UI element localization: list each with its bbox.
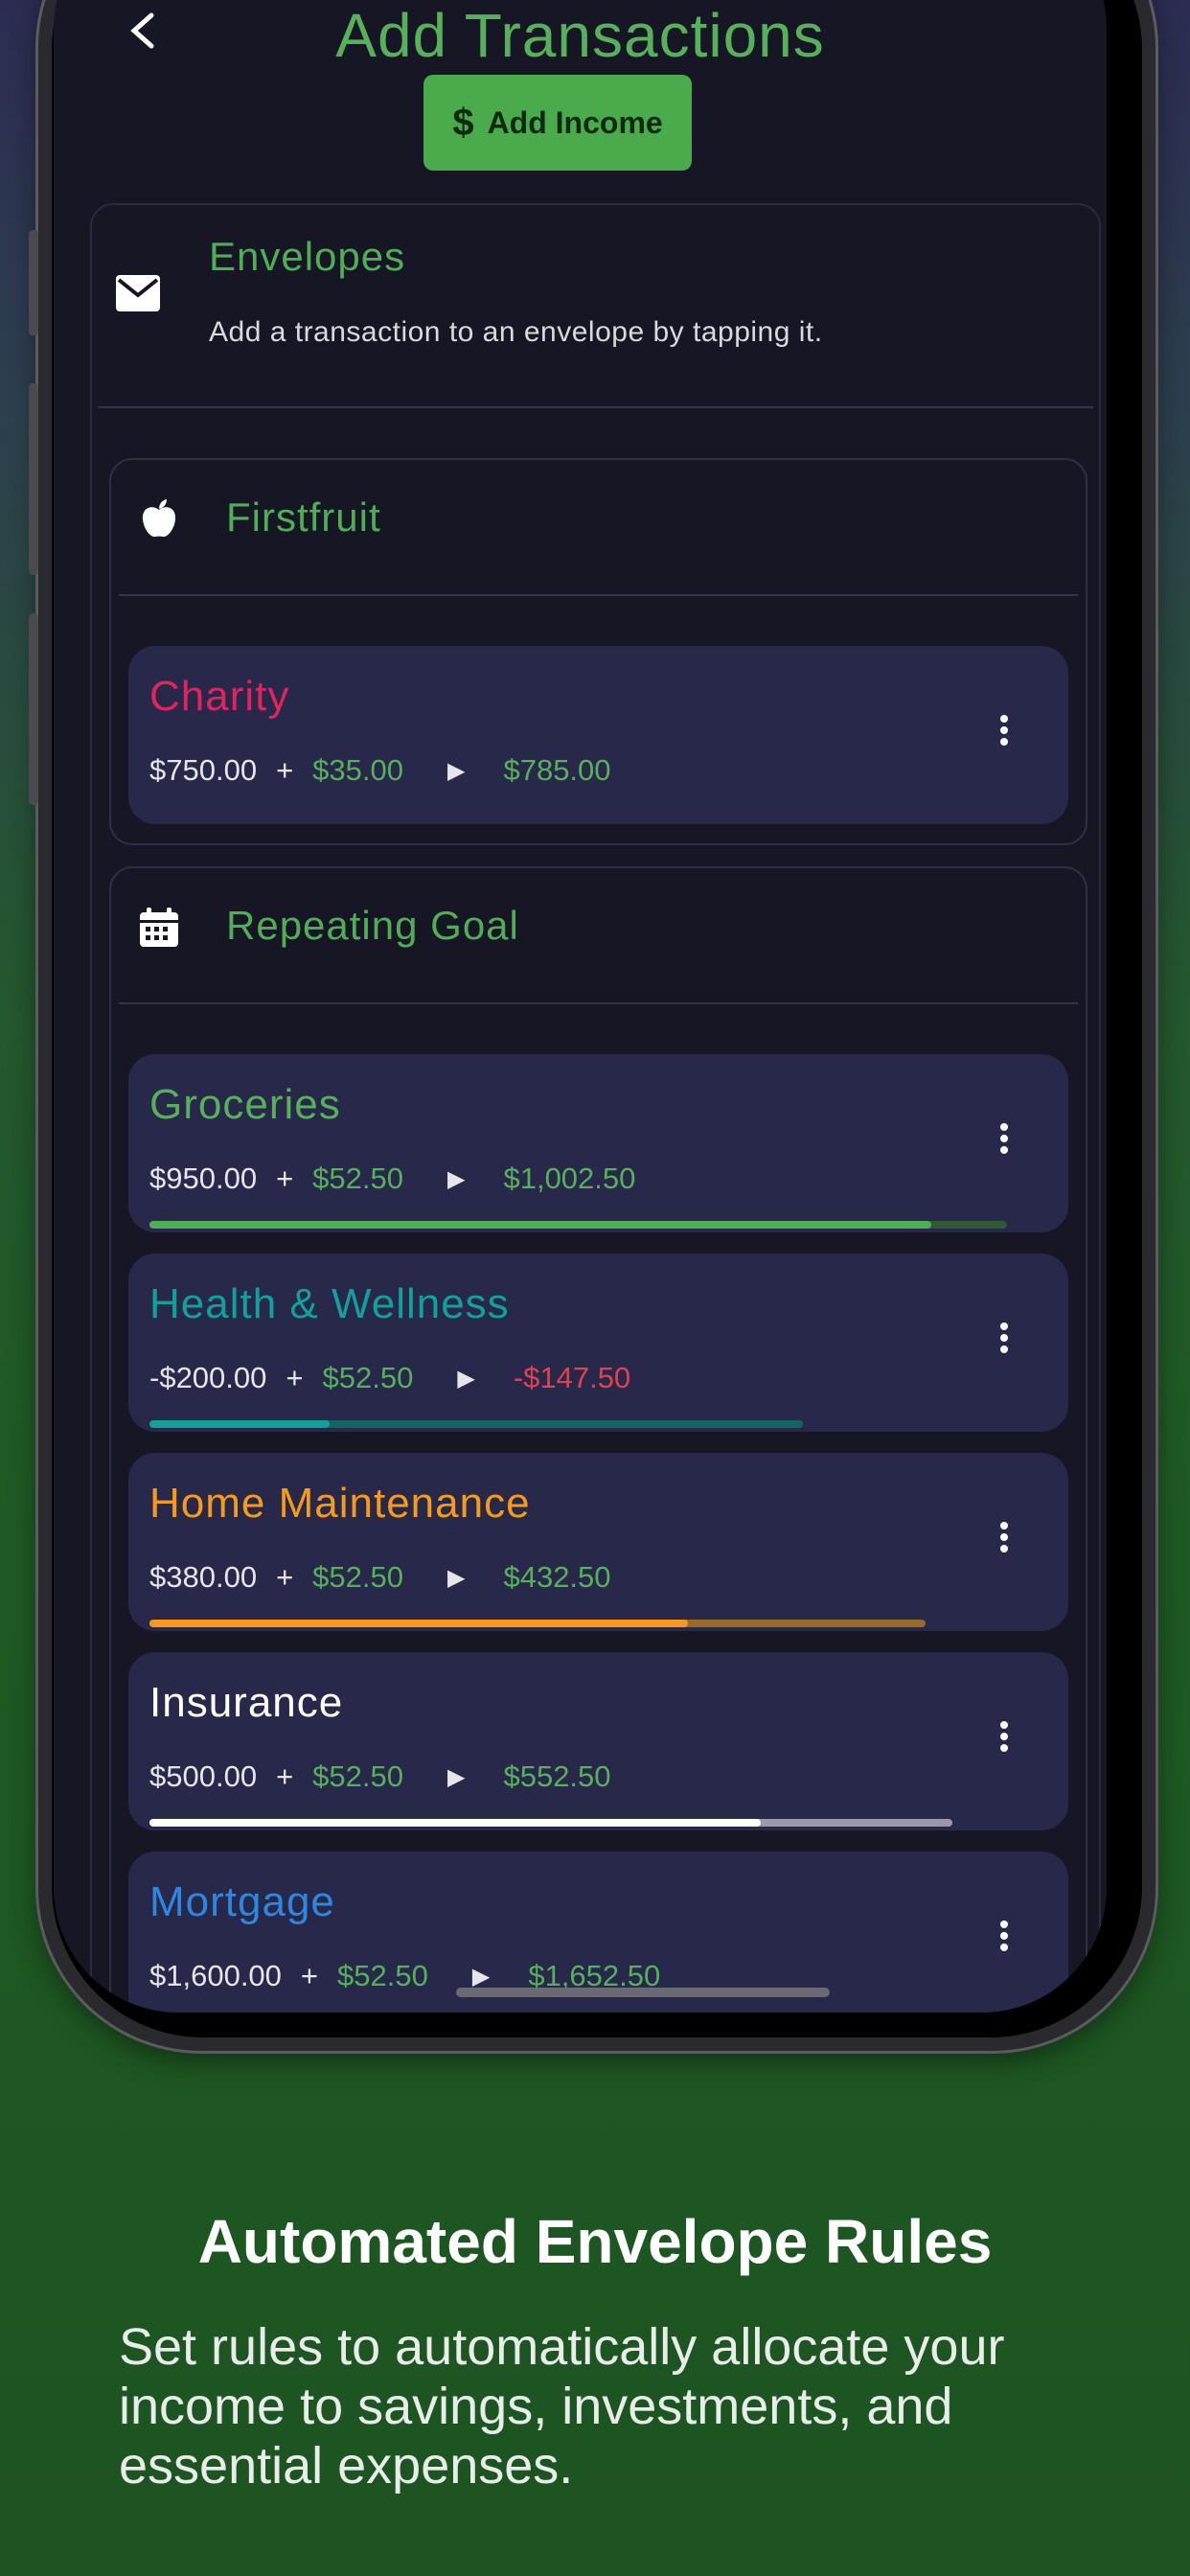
result-amount: $1,002.50 [503,1162,636,1195]
envelope-item-insurance[interactable]: Insurance $500.00 + $52.50 ▶ $552.50 [128,1652,1068,1830]
current-amount: $380.00 [149,1560,258,1594]
added-amount: $52.50 [312,1760,403,1793]
progress-fill [149,1420,330,1428]
plus-sign: + [300,1959,319,1992]
more-options-icon[interactable] [990,1917,1018,1965]
envelope-name: Home Maintenance [149,1480,531,1527]
arrow-right-icon: ▶ [447,1564,466,1591]
phone-side-button [29,230,38,335]
envelope-amounts: $500.00 + $52.50 ▶ $552.50 [149,1760,611,1794]
result-amount: $432.50 [503,1560,611,1594]
home-indicator [456,1988,830,1997]
result-amount: -$147.50 [513,1361,631,1394]
promo-tagline: Set rules to automatically allocate your… [119,2318,1005,2495]
envelopes-header: Envelopes Add a transaction to an envelo… [92,205,1099,406]
group-firstfruit: Firstfruit Charity $750.00 + $35.00 ▶ $7… [109,458,1087,845]
envelopes-subtitle: Add a transaction to an envelope by tapp… [209,316,823,348]
current-amount: $1,600.00 [149,1959,282,1992]
plus-sign: + [276,1560,294,1594]
current-amount: -$200.00 [149,1361,267,1394]
add-income-label: Add Income [487,104,663,140]
group-header: Repeating Goal [111,868,1086,1002]
dollar-icon: $ [452,101,474,144]
current-amount: $950.00 [149,1162,258,1195]
envelope-name: Health & Wellness [149,1280,510,1327]
more-options-icon[interactable] [990,1717,1018,1765]
progress-bar [149,1221,1007,1229]
app-screen: Add Transactions $ Add Income Envelopes … [54,0,1107,2012]
arrow-right-icon: ▶ [447,757,466,784]
envelope-item-home-maintenance[interactable]: Home Maintenance $380.00 + $52.50 ▶ $432… [128,1453,1068,1631]
envelope-name: Mortgage [149,1878,335,1925]
plus-sign: + [276,753,294,787]
envelope-amounts: -$200.00 + $52.50 ▶ -$147.50 [149,1361,630,1395]
envelope-name: Groceries [149,1081,341,1128]
result-amount: $785.00 [503,753,611,787]
plus-sign: + [276,1162,294,1195]
page-title: Add Transactions [335,1,825,70]
plus-sign: + [276,1760,294,1793]
more-options-icon[interactable] [990,711,1018,759]
group-header: Firstfruit [111,460,1086,594]
current-amount: $500.00 [149,1760,258,1793]
mail-icon [116,275,160,311]
result-amount: $552.50 [503,1760,611,1793]
apple-icon [142,499,176,538]
calendar-icon [140,908,178,947]
added-amount: $52.50 [322,1361,414,1394]
plus-sign: + [286,1361,304,1394]
envelope-item-charity[interactable]: Charity $750.00 + $35.00 ▶ $785.00 [128,646,1068,824]
current-amount: $750.00 [149,753,258,787]
arrow-right-icon: ▶ [457,1365,475,1392]
arrow-right-icon: ▶ [447,1763,466,1790]
add-income-button[interactable]: $ Add Income [423,75,692,171]
envelopes-title: Envelopes [209,234,406,279]
envelope-amounts: $750.00 + $35.00 ▶ $785.00 [149,753,611,788]
more-options-icon[interactable] [990,1518,1018,1566]
added-amount: $52.50 [312,1560,403,1594]
envelope-name: Charity [149,673,290,720]
envelope-name: Insurance [149,1679,344,1726]
progress-bar [149,1620,926,1627]
envelope-item-groceries[interactable]: Groceries $950.00 + $52.50 ▶ $1,002.50 [128,1054,1068,1232]
progress-fill [149,1221,931,1229]
phone-side-button [29,613,38,805]
more-options-icon[interactable] [990,1319,1018,1367]
progress-fill [149,1620,688,1627]
envelopes-card: Envelopes Add a transaction to an envelo… [90,203,1101,2012]
group-title: Repeating Goal [226,903,519,948]
added-amount: $52.50 [337,1959,428,1992]
progress-fill [149,1819,761,1827]
phone-side-button [29,383,38,575]
group-repeating-goal: Repeating Goal Groceries $950.00 + $52.5… [109,866,1087,2012]
promo-headline: Automated Envelope Rules [197,2207,993,2276]
more-options-icon[interactable] [990,1119,1018,1167]
group-title: Firstfruit [226,494,381,540]
divider [98,406,1093,408]
divider [119,1002,1078,1004]
progress-bar [149,1420,803,1428]
arrow-right-icon: ▶ [447,1165,466,1192]
arrow-right-icon: ▶ [471,1963,491,1990]
envelope-amounts: $380.00 + $52.50 ▶ $432.50 [149,1560,611,1595]
divider [119,594,1078,596]
added-amount: $52.50 [312,1162,403,1195]
envelope-amounts: $950.00 + $52.50 ▶ $1,002.50 [149,1162,635,1196]
added-amount: $35.00 [312,753,403,787]
progress-bar [149,1819,952,1827]
envelope-item-health-wellness[interactable]: Health & Wellness -$200.00 + $52.50 ▶ -$… [128,1254,1068,1432]
